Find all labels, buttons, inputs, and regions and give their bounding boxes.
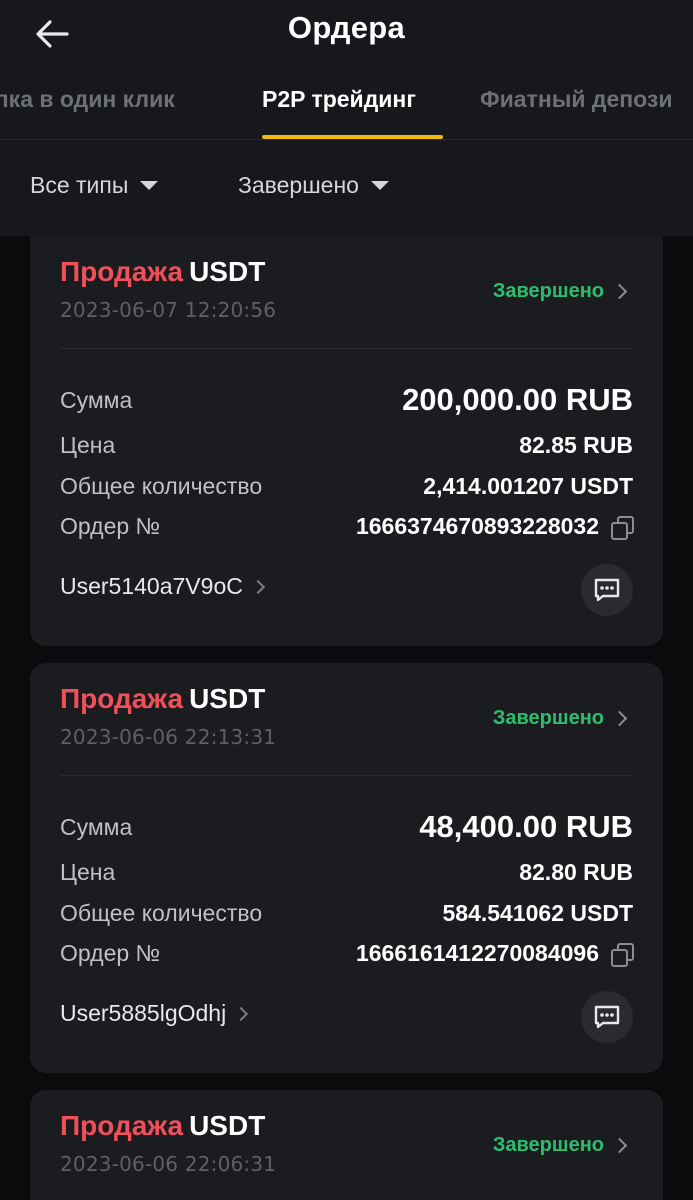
order-date: 2023-06-06 22:06:31 [60,1152,277,1176]
order-status-label: Завершено [492,1134,604,1156]
tab-one-click-buy[interactable]: упка в один клик [0,86,175,113]
order-status[interactable]: Завершено [492,707,628,730]
order-card[interactable]: Продажа USDT 2023-06-06 22:13:31 Завершен… [30,663,663,1073]
order-status-label: Завершено [492,280,604,302]
order-asset: USDT [189,1110,266,1141]
amount-value: 48,400.00 RUB [419,809,633,844]
amount-value: 200,000.00 RUB [402,382,633,417]
order-number-label: Ордер № [60,940,161,966]
chat-button[interactable] [581,991,633,1043]
quantity-label: Общее количество [60,900,263,926]
order-asset: USDT [189,683,266,714]
chevron-right-icon [611,283,628,300]
card-divider [60,775,633,776]
amount-label: Сумма [60,387,133,413]
order-status[interactable]: Завершено [492,280,628,303]
chevron-right-icon [611,710,628,727]
quantity-label: Общее количество [60,473,263,499]
tab-bar: упка в один клик P2P трейдинг Фиатный де… [0,72,693,140]
order-title: Продажа USDT [60,1110,265,1142]
chevron-right-icon [250,579,265,594]
counterparty-name: User5885lgOdhj [60,1000,227,1026]
order-number-value: 1666161412270084096 [355,940,599,966]
order-number: 1666161412270084096 [355,940,634,967]
order-asset: USDT [189,256,266,287]
order-side: Продажа [60,683,184,714]
price-label: Цена [60,432,116,458]
card-divider [60,348,633,349]
order-status[interactable]: Завершено [492,1134,628,1157]
order-date: 2023-06-07 12:20:56 [60,298,277,322]
price-label: Цена [60,859,116,885]
order-number-label: Ордер № [60,513,161,539]
order-number: 1666374670893228032 [355,513,634,540]
order-date: 2023-06-06 22:13:31 [60,725,277,749]
order-card[interactable]: Продажа USDT 2023-06-06 22:06:31 Завершен… [30,1090,663,1200]
order-side: Продажа [60,1110,184,1141]
chat-button[interactable] [581,564,633,616]
header: Ордера упка в один клик P2P трейдинг Фиа… [0,0,693,236]
amount-label: Сумма [60,814,133,840]
order-status-label: Завершено [492,707,604,729]
copy-icon[interactable] [611,942,634,967]
price-value: 82.80 RUB [519,859,633,885]
chevron-right-icon [234,1006,249,1021]
type-filter-dropdown[interactable]: Все типы [30,172,159,199]
tab-fiat-deposit[interactable]: Фиатный депози [480,86,673,113]
counterparty-name: User5140a7V9oC [60,573,243,599]
caret-down-icon [140,181,159,190]
copy-icon[interactable] [611,515,634,540]
order-card[interactable]: Продажа USDT 2023-06-07 12:20:56 Завершен… [30,236,663,646]
chevron-right-icon [611,1137,628,1154]
type-filter-label: Все типы [30,172,129,198]
tabs-divider [0,139,693,140]
order-title: Продажа USDT [60,683,265,715]
chat-icon [594,1005,620,1029]
page-title: Ордера [287,10,406,45]
order-side: Продажа [60,256,184,287]
quantity-value: 2,414.001207 USDT [423,473,633,499]
status-filter-label: Завершено [238,172,359,198]
counterparty-link[interactable]: User5140a7V9oC [60,573,265,600]
quantity-value: 584.541062 USDT [442,900,633,926]
tab-p2p-trading[interactable]: P2P трейдинг [262,86,416,113]
order-title: Продажа USDT [60,256,265,288]
price-value: 82.85 RUB [519,432,633,458]
orders-screen: Ордера упка в один клик P2P трейдинг Фиа… [0,0,693,1200]
caret-down-icon [370,181,389,190]
status-filter-dropdown[interactable]: Завершено [238,172,389,199]
counterparty-link[interactable]: User5885lgOdhj [60,1000,249,1027]
order-number-value: 1666374670893228032 [355,513,599,539]
chat-icon [594,578,620,602]
